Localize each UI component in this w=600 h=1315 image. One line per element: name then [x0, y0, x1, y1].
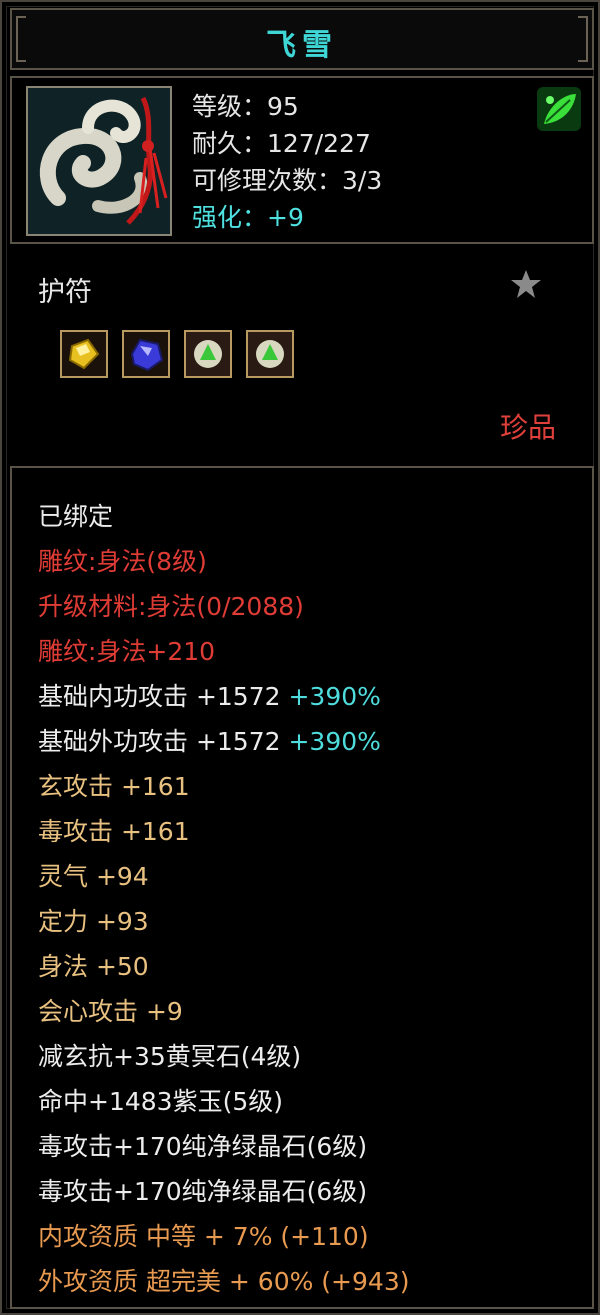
item-tooltip: 飞雪 等级：95 耐久：127/227 可修理次数：3/3 强化：+9 护符 珍… — [0, 0, 600, 1315]
green-leaf-icon — [537, 87, 581, 131]
inner-attack-value: 基础内功攻击 +1572 — [38, 682, 289, 711]
shenfa-line: 身法 +50 — [38, 952, 149, 981]
engrave-bonus-line: 雕纹:身法+210 — [38, 637, 216, 666]
item-category: 护符 — [38, 277, 92, 308]
gem-bonus-line: 毒攻击+170纯净绿晶石(6级) — [38, 1132, 368, 1161]
yellow-gem-icon[interactable] — [60, 330, 108, 378]
favorite-star-icon[interactable] — [510, 268, 542, 300]
item-header: 等级：95 耐久：127/227 可修理次数：3/3 强化：+9 — [10, 76, 594, 244]
item-name: 飞雪 — [266, 28, 338, 63]
lingqi-line: 灵气 +94 — [38, 862, 149, 891]
item-icon — [26, 86, 172, 236]
gem-bonus-line: 减玄抗+35黄冥石(4级) — [38, 1042, 302, 1071]
green-crystal-icon[interactable] — [184, 330, 232, 378]
rarity-label: 珍品 — [499, 411, 556, 444]
durability-text: 耐久：127/227 — [192, 129, 371, 158]
poison-attack-line: 毒攻击 +161 — [38, 817, 190, 846]
inner-quality-line: 内攻资质 中等 + 7% (+110) — [38, 1222, 369, 1251]
outer-quality-line: 外攻资质 超完美 + 60% (+943) — [38, 1267, 410, 1296]
inner-attack-percent: +390% — [288, 682, 381, 711]
crit-attack-line: 会心攻击 +9 — [38, 997, 183, 1026]
attribute-panel: 已绑定 雕纹:身法(8级) 升级材料:身法(0/2088) 雕纹:身法+210 … — [10, 466, 594, 1309]
inner-attack-line: 基础内功攻击 +1572 +390% — [38, 674, 409, 719]
gem-bonus-line: 毒攻击+170纯净绿晶石(6级) — [38, 1177, 368, 1206]
attribute-list: 已绑定 雕纹:身法(8级) 升级材料:身法(0/2088) 雕纹:身法+210 … — [38, 494, 409, 1304]
outer-attack-percent: +390% — [288, 727, 381, 756]
upgrade-material-line: 升级材料:身法(0/2088) — [38, 592, 304, 621]
outer-attack-line: 基础外功攻击 +1572 +390% — [38, 719, 409, 764]
enhance-text: 强化：+9 — [192, 203, 304, 232]
level-text: 等级：95 — [192, 92, 299, 121]
dingli-line: 定力 +93 — [38, 907, 149, 936]
blue-gem-icon[interactable] — [122, 330, 170, 378]
title-bar: 飞雪 — [10, 8, 594, 70]
item-type-section: 护符 珍品 — [10, 250, 594, 460]
jade-amulet-icon — [28, 88, 170, 234]
engrave-line: 雕纹:身法(8级) — [38, 547, 207, 576]
outer-attack-value: 基础外功攻击 +1572 — [38, 727, 289, 756]
gem-bonus-line: 命中+1483紫玉(5级) — [38, 1087, 283, 1116]
item-stats: 等级：95 耐久：127/227 可修理次数：3/3 强化：+9 — [192, 88, 382, 236]
repair-count-text: 可修理次数：3/3 — [192, 166, 383, 195]
xuan-attack-line: 玄攻击 +161 — [38, 772, 190, 801]
bound-status: 已绑定 — [38, 502, 114, 531]
green-crystal-icon[interactable] — [246, 330, 294, 378]
